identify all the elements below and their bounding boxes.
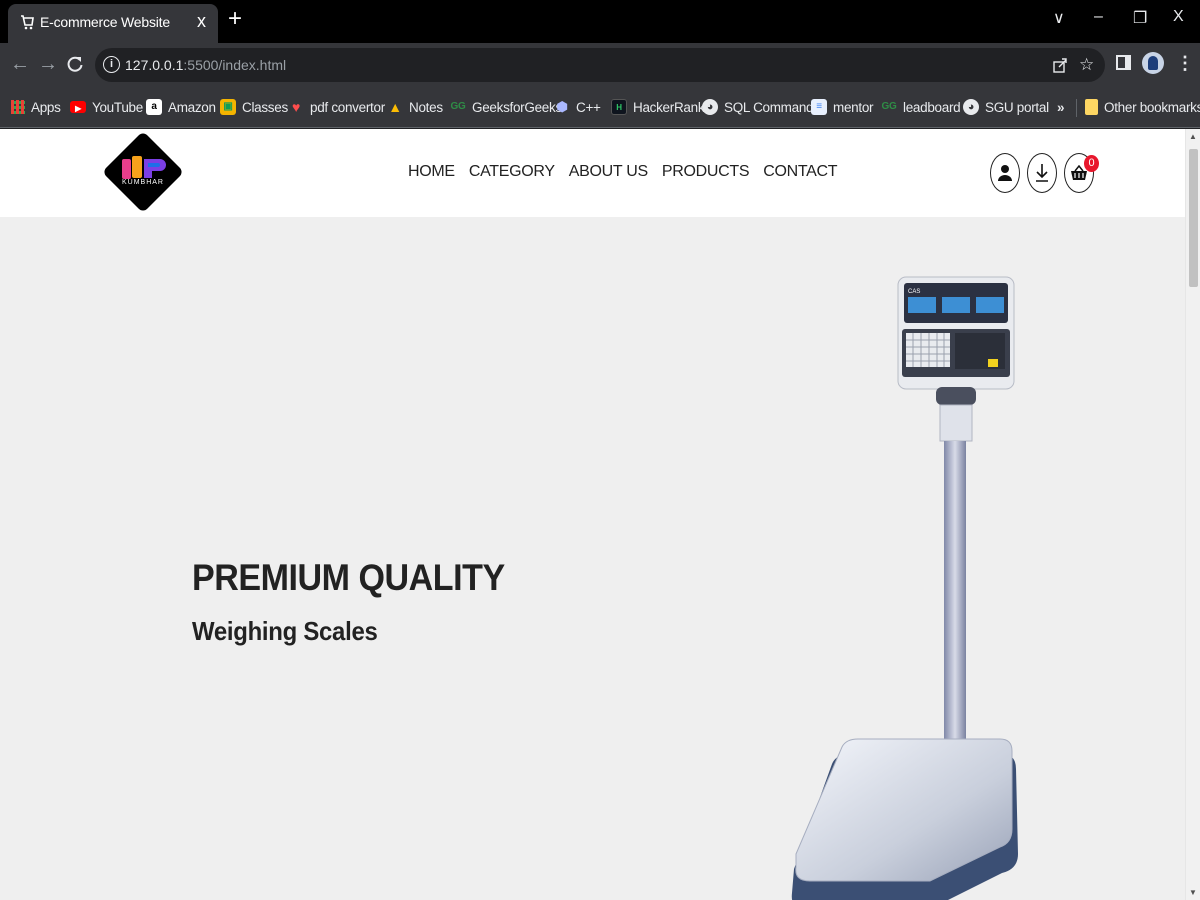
bookmark-label: Classes [242,99,288,115]
bookmark-label: YouTube [92,99,143,115]
bookmark-label: GeeksforGeeks [472,99,562,115]
bookmark-hackerrank[interactable]: H HackerRank [611,97,705,117]
hero-subtitle: Weighing Scales [192,616,378,646]
bookmark-cpp[interactable]: ⬢ C++ [554,97,601,117]
amazon-icon: a [146,99,162,115]
bookmark-label: Notes [409,99,443,115]
cpp-icon: ⬢ [556,99,568,114]
bookmark-label: SQL Commands [724,99,820,115]
site-logo[interactable]: KUMBHAR [101,130,185,214]
minimize-button[interactable]: – [1094,8,1103,26]
side-panel-icon[interactable] [1116,55,1131,70]
cart-count-badge: 0 [1084,155,1099,172]
menu-dots-icon[interactable]: ⋮ [1176,53,1194,74]
logo-text: KUMBHAR [121,179,164,186]
cart-favicon-icon [21,15,34,30]
profile-avatar[interactable] [1142,52,1164,74]
bookmark-sgu-portal[interactable]: ◕ SGU portal [963,97,1049,117]
nav-home[interactable]: HOME [408,163,455,181]
scroll-down-arrow-icon[interactable]: ▼ [1189,888,1197,897]
bookmarks-divider [1076,99,1077,117]
scale-brand-label: CAS [908,289,920,295]
forward-arrow-icon[interactable]: → [38,53,58,76]
browser-toolbar: ← → i 127.0.0.1:5500/index.html ☆ ⋮ [0,43,1200,87]
logo-mark-icon [122,156,166,179]
gfg-icon: GG [881,101,897,112]
apps-grid-icon [11,100,25,114]
tab-close-icon[interactable]: x [197,11,206,32]
nav-contact[interactable]: CONTACT [763,163,837,181]
site-info-icon[interactable]: i [103,56,120,73]
bookmark-pdf-convertor[interactable]: ♥ pdf convertor [288,97,385,117]
bookmark-label: Amazon [168,99,216,115]
page-scrollbar[interactable]: ▲ ▼ [1185,129,1200,900]
tab-title: E-commerce Website [40,14,170,30]
bookmark-label: pdf convertor [310,99,385,115]
main-nav: HOME CATEGORY ABOUT US PRODUCTS CONTACT [408,163,838,181]
bookmark-sql-commands[interactable]: ◕ SQL Commands [702,97,820,117]
bookmark-label: Apps [31,99,61,115]
scroll-up-arrow-icon[interactable]: ▲ [1189,132,1197,141]
globe-icon: ◕ [702,99,718,115]
bookmark-amazon[interactable]: a Amazon [146,97,216,117]
bookmark-geeksforgeeks[interactable]: GG GeeksforGeeks [450,97,563,117]
download-icon [1036,164,1048,182]
back-arrow-icon[interactable]: ← [10,53,30,76]
share-icon[interactable] [1052,57,1068,73]
restore-button[interactable]: ❐ [1133,8,1147,28]
reload-icon[interactable] [66,55,84,73]
browser-tab[interactable]: E-commerce Website x [8,4,218,43]
bookmark-label: C++ [576,99,601,115]
bookmark-label: HackerRank [633,99,705,115]
bookmark-mentor[interactable]: ≡ mentor [811,97,874,117]
hackerrank-icon: H [611,99,627,115]
new-tab-button[interactable]: + [228,5,242,33]
bookmark-leadboard[interactable]: GG leadboard [881,97,961,117]
nav-category[interactable]: CATEGORY [469,163,555,181]
user-icon [998,165,1012,181]
url-text[interactable]: 127.0.0.1:5500/index.html [125,57,286,73]
nav-about-us[interactable]: ABOUT US [569,163,648,181]
nav-products[interactable]: PRODUCTS [662,163,750,181]
other-bookmarks-folder[interactable]: Other bookmarks [1085,97,1200,117]
browser-titlebar: E-commerce Website x + ∨ – ❐ X [0,0,1200,43]
classroom-icon: ▣ [220,99,236,115]
bookmarks-bar: Apps ▶ YouTube a Amazon ▣ Classes ♥ pdf … [0,87,1200,128]
pdf-icon: ♥ [291,99,300,115]
tab-search-icon[interactable]: ∨ [1053,8,1065,28]
page-viewport: KUMBHAR HOME CATEGORY ABOUT US PRODUCTS … [0,129,1200,900]
close-window-button[interactable]: X [1173,8,1184,26]
bookmark-label: SGU portal [985,99,1049,115]
bookmark-youtube[interactable]: ▶ YouTube [70,97,143,117]
bookmark-apps[interactable]: Apps [11,97,61,117]
address-bar[interactable]: i 127.0.0.1:5500/index.html ☆ [95,48,1105,82]
bookmark-star-icon[interactable]: ☆ [1079,55,1094,75]
scroll-thumb[interactable] [1189,149,1198,287]
bookmark-label: mentor [833,99,874,115]
account-button[interactable] [990,153,1020,193]
bookmark-classes[interactable]: ▣ Classes [220,97,288,117]
hero-title: PREMIUM QUALITY [192,557,505,598]
download-button[interactable] [1027,153,1057,193]
youtube-icon: ▶ [70,101,86,113]
bookmark-notes[interactable]: ▲ Notes [387,97,443,117]
bookmark-label: leadboard [903,99,961,115]
document-icon: ≡ [811,99,827,115]
site-header: KUMBHAR HOME CATEGORY ABOUT US PRODUCTS … [0,129,1185,217]
weighing-scale-image: CAS [791,276,1018,900]
url-path: :5500/index.html [183,57,287,73]
bookmarks-overflow-button[interactable]: » [1057,97,1065,117]
bookmark-label: Other bookmarks [1104,99,1200,115]
url-host: 127.0.0.1 [125,57,184,73]
globe-icon: ◕ [963,99,979,115]
drive-icon: ▲ [388,99,402,115]
folder-icon [1085,99,1098,115]
gfg-icon: GG [450,101,466,112]
